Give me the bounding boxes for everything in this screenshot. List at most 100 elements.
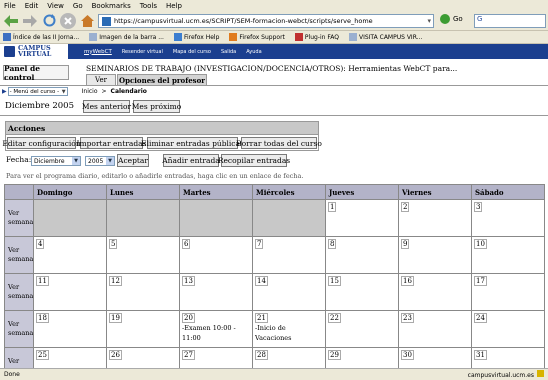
back-button[interactable] bbox=[3, 13, 19, 29]
prev-month-button[interactable]: Mes anterior bbox=[82, 100, 131, 113]
header-link-resender[interactable]: Resender virtual bbox=[122, 49, 163, 55]
view-week-link[interactable]: Versemana bbox=[4, 310, 34, 348]
day-link[interactable]: 16 bbox=[401, 276, 414, 286]
bookmark-item[interactable]: Imagen de la barra ... bbox=[89, 33, 164, 41]
menu-view[interactable]: View bbox=[47, 2, 64, 10]
view-week-link[interactable]: Versemana bbox=[4, 236, 34, 274]
site-favicon bbox=[102, 16, 111, 26]
calendar-event[interactable]: 11:00 bbox=[182, 334, 250, 343]
calendar-event[interactable]: Vacaciones bbox=[255, 334, 323, 343]
header-link-ayuda[interactable]: Ayuda bbox=[246, 49, 261, 55]
day-link[interactable]: 1 bbox=[328, 202, 337, 212]
day-link[interactable]: 11 bbox=[36, 276, 49, 286]
day-link[interactable]: 21 bbox=[255, 313, 268, 323]
menu-edit[interactable]: Edit bbox=[25, 2, 39, 10]
menu-file[interactable]: File bbox=[4, 2, 16, 10]
stop-button[interactable] bbox=[60, 12, 76, 29]
menu-bookmarks[interactable]: Bookmarks bbox=[92, 2, 131, 10]
day-link[interactable]: 9 bbox=[401, 239, 410, 249]
bookmark-item[interactable]: Firefox Help bbox=[173, 33, 219, 41]
home-button[interactable] bbox=[79, 13, 95, 29]
add-entry-button[interactable]: Añadir entrada bbox=[162, 154, 220, 167]
tab-opciones-profesor[interactable]: Opciones del profesor bbox=[117, 74, 207, 85]
accept-button[interactable]: Aceptar bbox=[117, 154, 149, 167]
day-link[interactable]: 29 bbox=[328, 350, 341, 360]
chevron-down-icon: ▼ bbox=[72, 157, 80, 165]
header-link-mywebct[interactable]: myWebCT bbox=[84, 49, 112, 55]
next-month-button[interactable]: Mes próximo bbox=[132, 100, 181, 113]
view-week-link[interactable]: Versemana bbox=[4, 199, 34, 237]
import-entries-button[interactable]: Importar entradas bbox=[77, 137, 146, 149]
header-link-mapa[interactable]: Mapa del curso bbox=[173, 49, 211, 55]
calendar-day-cell: 24 bbox=[471, 310, 545, 348]
day-link[interactable]: 14 bbox=[255, 276, 268, 286]
day-link[interactable]: 20 bbox=[182, 313, 195, 323]
day-link[interactable]: 23 bbox=[401, 313, 414, 323]
day-link[interactable]: 6 bbox=[182, 239, 191, 249]
calendar-week-row: Ver semana 4 5 6 7 8 9 10 bbox=[4, 236, 545, 274]
edit-config-button[interactable]: Editar configuración bbox=[2, 137, 81, 149]
header-link-salida[interactable]: Salida bbox=[221, 49, 236, 55]
view-week-link[interactable]: Versemana bbox=[4, 273, 34, 311]
day-link[interactable]: 17 bbox=[474, 276, 487, 286]
calendar-day-cell: 3 bbox=[471, 199, 545, 237]
day-link[interactable]: 27 bbox=[182, 350, 195, 360]
day-link[interactable]: 7 bbox=[255, 239, 264, 249]
day-link[interactable]: 8 bbox=[328, 239, 337, 249]
day-link[interactable]: 3 bbox=[474, 202, 483, 212]
bookmark-item[interactable]: Firefox Support bbox=[229, 33, 285, 41]
month-select[interactable]: Diciembre ▼ bbox=[31, 156, 81, 166]
go-button[interactable]: Go bbox=[440, 14, 463, 24]
delete-all-course-button[interactable]: Borrar todas del curso bbox=[236, 137, 322, 149]
course-menu-select[interactable]: - Menú del curso - ▼ bbox=[7, 87, 68, 96]
stop-icon bbox=[64, 16, 72, 25]
delete-public-entries-button[interactable]: Eliminar entradas públicas bbox=[141, 137, 244, 149]
menu-tools[interactable]: Tools bbox=[140, 2, 157, 10]
url-dropdown-icon[interactable]: ▾ bbox=[427, 17, 431, 25]
day-link[interactable]: 5 bbox=[109, 239, 118, 249]
day-link[interactable]: 24 bbox=[474, 313, 487, 323]
breadcrumb-calendario: Calendario bbox=[110, 88, 147, 95]
day-header: Domingo bbox=[33, 184, 107, 200]
day-link[interactable]: 22 bbox=[328, 313, 341, 323]
day-link[interactable]: 28 bbox=[255, 350, 268, 360]
breadcrumb-inicio[interactable]: Inicio bbox=[82, 88, 98, 95]
month-select-value: Diciembre bbox=[34, 157, 65, 165]
day-link[interactable]: 2 bbox=[401, 202, 410, 212]
calendar-day-cell: 16 bbox=[398, 273, 472, 311]
search-input[interactable]: G bbox=[474, 14, 546, 28]
calendar-day-cell: 22 bbox=[325, 310, 399, 348]
calendar-day-cell: 2 bbox=[398, 199, 472, 237]
compile-entries-button[interactable]: Recopilar entradas bbox=[218, 154, 290, 167]
calendar-day-cell: 8 bbox=[325, 236, 399, 274]
year-select[interactable]: 2005 ▼ bbox=[85, 156, 115, 166]
day-link[interactable]: 4 bbox=[36, 239, 45, 249]
bookmark-item[interactable]: Plug-in FAQ bbox=[294, 33, 339, 41]
bookmark-item[interactable]: Índice de las II Jorna... bbox=[3, 33, 79, 41]
day-link[interactable]: 25 bbox=[36, 350, 49, 360]
calendar-event[interactable]: -Examen 10:00 - bbox=[182, 324, 250, 333]
tab-ver[interactable]: Ver bbox=[86, 74, 116, 85]
view-week-label: semana bbox=[8, 329, 34, 337]
day-link[interactable]: 26 bbox=[109, 350, 122, 360]
calendar-day-cell: 5 bbox=[106, 236, 180, 274]
url-bar[interactable]: https://campusvirtual.ucm.es/SCRIPT/SEM-… bbox=[98, 14, 434, 28]
day-link[interactable]: 15 bbox=[328, 276, 341, 286]
control-panel-button[interactable]: Panel de control bbox=[3, 64, 69, 82]
day-link[interactable]: 19 bbox=[109, 313, 122, 323]
menu-help[interactable]: Help bbox=[166, 2, 182, 10]
campus-virtual-logo[interactable]: CAMPUS VIRTUAL bbox=[0, 44, 68, 59]
menu-go[interactable]: Go bbox=[73, 2, 83, 10]
day-link[interactable]: 30 bbox=[401, 350, 414, 360]
day-link[interactable]: 10 bbox=[474, 239, 487, 249]
day-link[interactable]: 31 bbox=[474, 350, 487, 360]
reload-button[interactable] bbox=[41, 13, 57, 29]
bookmark-item[interactable]: VISITA CAMPUS VIR... bbox=[348, 33, 422, 41]
day-link[interactable]: 18 bbox=[36, 313, 49, 323]
forward-button[interactable] bbox=[22, 13, 38, 29]
expand-arrow-icon[interactable]: ▶ bbox=[2, 88, 7, 95]
day-link[interactable]: 13 bbox=[182, 276, 195, 286]
view-week-label: semana bbox=[8, 218, 34, 226]
day-link[interactable]: 12 bbox=[109, 276, 122, 286]
calendar-event[interactable]: -Inicio de bbox=[255, 324, 323, 333]
